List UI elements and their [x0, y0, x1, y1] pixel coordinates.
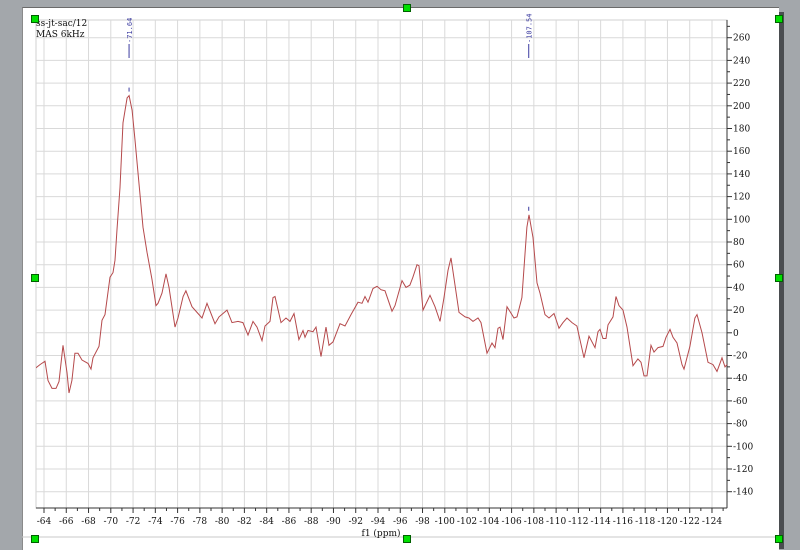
y-tick-label: -100 [733, 442, 753, 452]
resize-handle-left[interactable] [31, 274, 39, 282]
x-tick-label: -76 [170, 517, 185, 527]
x-tick-label: -110 [546, 517, 566, 527]
y-tick-label: 120 [733, 193, 750, 203]
x-tick-label: -72 [126, 517, 141, 527]
y-tick-label: 220 [733, 79, 750, 89]
resize-handle-top[interactable] [403, 4, 411, 12]
y-tick-label: 100 [733, 215, 750, 225]
x-tick-label: -90 [326, 517, 341, 527]
x-tick-label: -88 [304, 517, 319, 527]
y-tick-label: 0 [733, 329, 739, 339]
x-tick-label: -118 [635, 517, 655, 527]
x-tick-label: -116 [613, 517, 633, 527]
x-tick-label: -94 [371, 517, 386, 527]
y-tick-label: 200 [733, 102, 750, 112]
x-axis-label: f1 (ppm) [362, 528, 401, 539]
resize-handle-right[interactable] [775, 274, 783, 282]
x-tick-label: -122 [680, 517, 700, 527]
x-tick-label: -70 [104, 517, 119, 527]
grid [35, 19, 728, 509]
y-tick-label: 60 [733, 261, 745, 271]
x-tick-label: -100 [435, 517, 455, 527]
x-tick-label: -104 [479, 517, 499, 527]
x-tick-label: -108 [524, 517, 544, 527]
x-tick-label: -102 [457, 517, 477, 527]
peak-label-text: -107.54 [526, 13, 534, 43]
y-tick-label: -60 [733, 397, 748, 407]
resize-handle-bottom[interactable] [403, 535, 411, 543]
x-tick-label: -74 [148, 517, 163, 527]
y-tick-label: -140 [733, 488, 753, 498]
nmr-spectrum-chart: -64 -66 -68 -70 -72 -74 -76 -78 -80 -82 -84 -86 -88-… [22, 13, 778, 539]
resize-handle-top-right[interactable] [775, 15, 783, 23]
x-tick-label: -124 [702, 517, 722, 527]
peak-label-text: -71.64 [126, 18, 134, 43]
y-tick-label: 80 [733, 238, 745, 248]
y-tick-label: 140 [733, 170, 750, 180]
y-tick-label: 240 [733, 56, 750, 66]
x-tick-label: -68 [81, 517, 96, 527]
x-tick-label: -86 [282, 517, 297, 527]
resize-handle-bottom-right[interactable] [775, 535, 783, 543]
x-tick-label: -84 [259, 517, 274, 527]
x-tick-label: -106 [501, 517, 521, 527]
resize-handle-bottom-left[interactable] [31, 535, 39, 543]
y-tick-label: -120 [733, 465, 753, 475]
x-tick-label: -120 [657, 517, 677, 527]
x-tick-label: -82 [237, 517, 252, 527]
y-tick-label: 260 [733, 34, 750, 44]
x-tick-label: -78 [193, 517, 208, 527]
y-tick-label: 180 [733, 125, 750, 135]
x-tick-label: -66 [59, 517, 74, 527]
x-tick-label: -96 [393, 517, 408, 527]
x-tick-label: -98 [415, 517, 430, 527]
y-tick-label: -20 [733, 352, 748, 362]
x-tick-label: -112 [568, 517, 588, 527]
y-tick-label: -40 [733, 374, 748, 384]
sample-name: ss-jt-sac/12 [36, 19, 88, 29]
y-tick-label: 20 [733, 306, 745, 316]
x-tick-label: -92 [348, 517, 363, 527]
x-tick-label: -80 [215, 517, 230, 527]
y-tick-label: -80 [733, 420, 748, 430]
experiment-note: MAS 6kHz [36, 30, 85, 40]
resize-handle-top-left[interactable] [31, 15, 39, 23]
y-tick-label: 40 [733, 283, 745, 293]
x-tick-label: -114 [591, 517, 611, 527]
x-tick-label: -64 [37, 517, 52, 527]
y-tick-label: 160 [733, 147, 750, 157]
